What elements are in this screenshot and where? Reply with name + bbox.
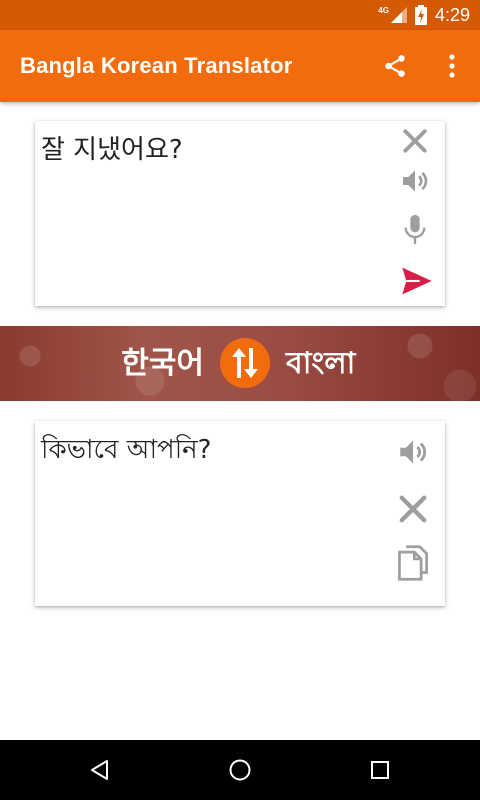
microphone-icon bbox=[404, 214, 426, 244]
network-type: 4G bbox=[378, 5, 389, 15]
language-bar: 한국어 বাংলা bbox=[0, 326, 480, 401]
app-title: Bangla Korean Translator bbox=[20, 53, 293, 78]
target-language[interactable]: বাংলা bbox=[286, 326, 355, 401]
output-card: কিভাবে আপনি? bbox=[35, 421, 445, 606]
share-icon bbox=[385, 55, 405, 77]
status-time: 4:29 bbox=[434, 4, 470, 25]
recents-button[interactable] bbox=[360, 750, 400, 790]
back-icon bbox=[91, 760, 108, 780]
output-text: কিভাবে আপনি? bbox=[41, 435, 212, 465]
speaker-icon bbox=[400, 440, 426, 464]
copy-output-button[interactable] bbox=[393, 543, 433, 583]
home-icon bbox=[229, 759, 251, 781]
back-button[interactable] bbox=[80, 750, 120, 790]
swap-languages-button[interactable] bbox=[220, 338, 270, 388]
input-card: 잘 지냈어요? bbox=[35, 121, 445, 306]
close-icon bbox=[399, 495, 427, 523]
speak-output-button[interactable] bbox=[393, 432, 433, 472]
battery-icon bbox=[414, 5, 427, 25]
swap-vertical-icon bbox=[232, 348, 258, 378]
close-icon bbox=[403, 129, 427, 153]
speak-input-button[interactable] bbox=[395, 161, 435, 201]
app-bar: Bangla Korean Translator bbox=[0, 30, 480, 102]
signal-icon bbox=[390, 7, 407, 23]
share-button[interactable] bbox=[373, 44, 417, 88]
status-bar: 4G 4:29 bbox=[0, 0, 480, 30]
recents-icon bbox=[371, 761, 389, 779]
navigation-bar bbox=[0, 740, 480, 800]
speaker-icon bbox=[403, 170, 428, 192]
status-icons: 4G 4:29 bbox=[378, 0, 470, 30]
copy-icon bbox=[398, 545, 428, 581]
home-button[interactable] bbox=[220, 750, 260, 790]
overflow-menu-button[interactable] bbox=[430, 44, 474, 88]
input-text[interactable]: 잘 지냈어요? bbox=[41, 129, 183, 166]
overflow-menu-icon bbox=[449, 54, 455, 78]
translate-button[interactable] bbox=[397, 261, 437, 301]
source-language[interactable]: 한국어 bbox=[121, 326, 204, 401]
send-icon bbox=[402, 267, 432, 295]
clear-output-button[interactable] bbox=[393, 489, 433, 529]
voice-input-button[interactable] bbox=[395, 210, 435, 250]
clear-input-button[interactable] bbox=[395, 121, 435, 161]
